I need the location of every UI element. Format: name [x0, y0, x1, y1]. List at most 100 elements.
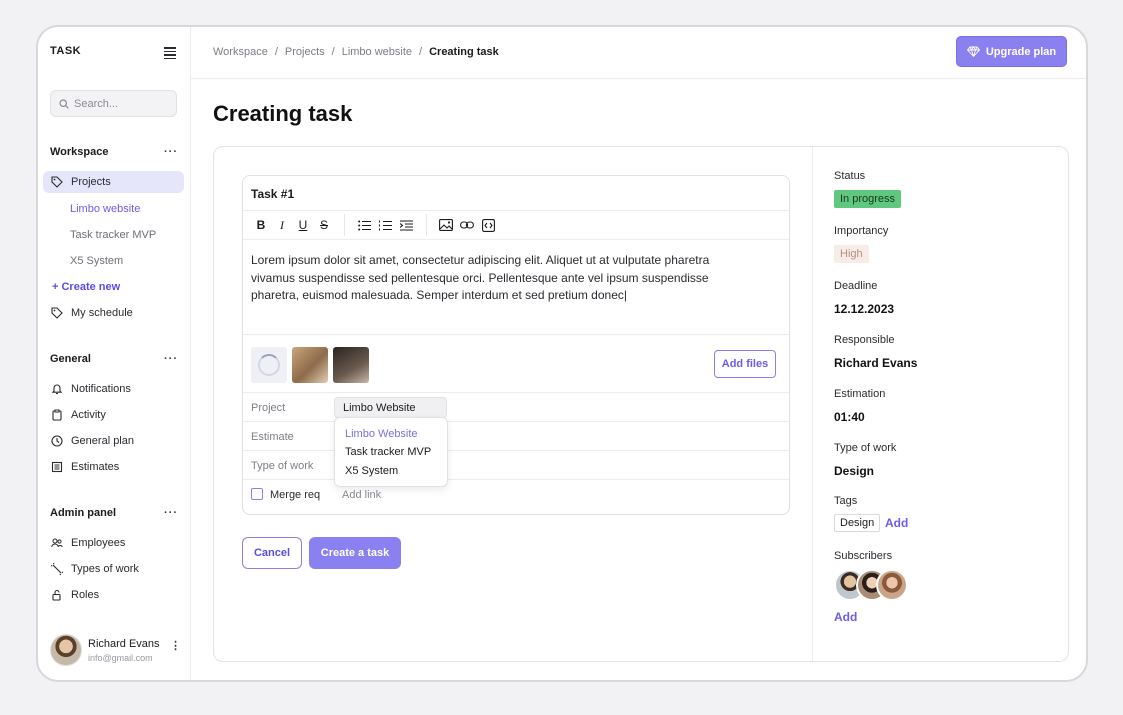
underline-icon[interactable]: U — [293, 215, 313, 235]
breadcrumb-limbo-website[interactable]: Limbo website — [342, 46, 412, 58]
upgrade-plan-button[interactable]: Upgrade plan — [956, 36, 1067, 67]
strikethrough-icon[interactable]: S — [314, 215, 334, 235]
bold-icon[interactable]: B — [251, 215, 271, 235]
wrench-icon — [51, 563, 63, 575]
page-title: Creating task — [213, 101, 353, 126]
sidebar-subitem-x5-system[interactable]: X5 System — [70, 255, 123, 267]
avatar[interactable] — [876, 569, 908, 601]
dropdown-option[interactable]: Task tracker MVP — [345, 446, 431, 458]
bell-icon — [51, 383, 63, 395]
diamond-icon — [966, 46, 980, 57]
tags-label: Tags — [834, 495, 858, 507]
merge-request-checkbox[interactable] — [251, 488, 263, 500]
add-link-input[interactable]: Add link — [342, 489, 381, 501]
sidebar-item-employees[interactable]: Employees — [43, 532, 184, 554]
type-of-work-field-row: Type of work — [243, 450, 789, 479]
deadline-label: Deadline — [834, 280, 878, 292]
app-logo: TASK — [50, 45, 82, 57]
section-menu-icon[interactable]: ··· — [164, 507, 178, 519]
tag-chip[interactable]: Design — [834, 514, 881, 532]
section-title: Workspace — [50, 146, 109, 158]
type-of-work-label: Type of work — [834, 442, 897, 454]
task-editor: Task #1 B I U S Lorem ipsum dolor sit am… — [242, 175, 790, 515]
importancy-label: Importancy — [834, 225, 889, 237]
sidebar-item-label: Estimates — [71, 461, 120, 473]
bullet-list-icon[interactable] — [354, 215, 374, 235]
divider — [812, 147, 813, 661]
sidebar-item-label: My schedule — [71, 307, 133, 319]
breadcrumb: Workspace / Projects / Limbo website / C… — [213, 46, 499, 58]
project-dropdown: Limbo Website Task tracker MVP X5 System — [334, 417, 448, 487]
dropdown-option[interactable]: Limbo Website — [345, 428, 418, 440]
task-form-card: Task #1 B I U S Lorem ipsum dolor sit am… — [213, 146, 1069, 662]
editor-toolbar: B I U S — [243, 210, 789, 240]
project-label: Project — [251, 402, 286, 414]
section-admin-panel: Admin panel ··· — [50, 507, 178, 519]
estimation-value[interactable]: 01:40 — [834, 410, 865, 424]
sidebar-item-types-of-work[interactable]: Types of work — [43, 558, 184, 580]
task-description-textarea[interactable]: Lorem ipsum dolor sit amet, consectetur … — [251, 252, 721, 305]
sidebar-item-estimates[interactable]: Estimates — [43, 456, 184, 478]
project-select[interactable]: Limbo Website — [334, 397, 447, 418]
type-of-work-value[interactable]: Design — [834, 464, 874, 478]
sidebar-item-label: Activity — [71, 409, 106, 421]
section-title: General — [50, 353, 91, 365]
responsible-value[interactable]: Richard Evans — [834, 356, 917, 370]
breadcrumb-workspace[interactable]: Workspace — [213, 46, 268, 58]
importancy-badge[interactable]: High — [834, 245, 869, 263]
attachment-thumbnail[interactable] — [292, 347, 328, 383]
sidebar-item-my-schedule[interactable]: My schedule — [43, 302, 184, 324]
sidebar-item-label: Projects — [71, 176, 111, 188]
sidebar-item-general-plan[interactable]: General plan — [43, 430, 184, 452]
breadcrumb-projects[interactable]: Projects — [285, 46, 325, 58]
attachments-row: Add files — [243, 334, 789, 392]
add-tag-button[interactable]: Add — [885, 516, 908, 530]
create-task-button[interactable]: Create a task — [309, 537, 401, 569]
toolbar-divider — [426, 214, 427, 236]
add-files-button[interactable]: Add files — [714, 350, 776, 378]
task-details-panel: Status In progress Importancy High Deadl… — [834, 147, 1064, 661]
search-placeholder: Search... — [74, 97, 119, 110]
status-badge[interactable]: In progress — [834, 190, 902, 208]
section-menu-icon[interactable]: ··· — [164, 353, 178, 365]
add-subscriber-button[interactable]: Add — [834, 610, 857, 624]
breadcrumb-separator: / — [331, 46, 335, 58]
attachment-thumbnail[interactable] — [333, 347, 369, 383]
search-icon — [59, 98, 69, 109]
italic-icon[interactable]: I — [272, 215, 292, 235]
estimate-field-row: Estimate — [243, 421, 789, 450]
sidebar-item-activity[interactable]: Activity — [43, 404, 184, 426]
merge-request-label: Merge req — [270, 489, 321, 501]
indent-icon[interactable] — [396, 215, 416, 235]
create-new-button[interactable]: + Create new — [52, 281, 120, 293]
clipboard-icon — [51, 409, 63, 421]
code-icon[interactable] — [478, 215, 498, 235]
more-vertical-icon[interactable]: ⋮ — [170, 639, 181, 652]
sidebar-item-label: Roles — [71, 589, 100, 601]
deadline-value[interactable]: 12.12.2023 — [834, 302, 894, 316]
user-profile[interactable]: Richard Evans info@gmail.com — [50, 634, 160, 666]
section-workspace: Workspace ··· — [50, 146, 178, 158]
section-menu-icon[interactable]: ··· — [164, 146, 178, 158]
dropdown-option[interactable]: X5 System — [345, 465, 398, 477]
cancel-button[interactable]: Cancel — [242, 537, 302, 569]
top-bar: Workspace / Projects / Limbo website / C… — [191, 27, 1086, 79]
sidebar-item-roles[interactable]: Roles — [43, 584, 184, 606]
image-icon[interactable] — [436, 215, 456, 235]
sidebar-item-label: Employees — [71, 537, 126, 549]
sidebar-item-label: Types of work — [71, 563, 139, 575]
link-icon[interactable] — [457, 215, 477, 235]
subscribers-avatars — [834, 569, 914, 601]
numbered-list-icon[interactable] — [375, 215, 395, 235]
sidebar-subitem-task-tracker[interactable]: Task tracker MVP — [70, 229, 156, 241]
sidebar-item-notifications[interactable]: Notifications — [43, 378, 184, 400]
sidebar: TASK Search... Workspace ··· Projects Li… — [38, 27, 191, 680]
task-title-input[interactable]: Task #1 — [251, 187, 294, 201]
menu-icon[interactable] — [164, 47, 176, 59]
attachment-uploading[interactable] — [251, 347, 287, 383]
breadcrumb-separator: / — [274, 46, 278, 58]
sidebar-item-projects[interactable]: Projects — [43, 171, 184, 193]
search-input[interactable]: Search... — [50, 90, 177, 117]
user-name: Richard Evans — [88, 637, 160, 650]
sidebar-subitem-limbo-website[interactable]: Limbo website — [70, 203, 140, 215]
